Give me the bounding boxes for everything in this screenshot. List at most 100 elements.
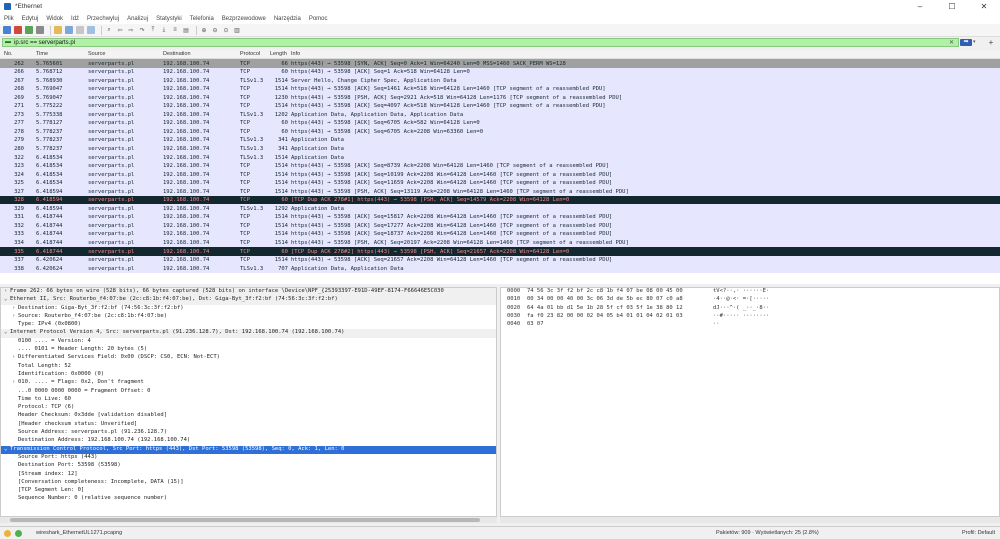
hex-dump-line[interactable]: 0030 fa f0 23 82 00 00 02 04 05 b4 01 01 … [501, 313, 999, 321]
column-header-length[interactable]: Length [270, 51, 288, 57]
details-scrollbar-thumb[interactable] [10, 518, 480, 522]
column-header-info[interactable]: Info [291, 51, 300, 57]
bookmark-icon[interactable]: ▬ [5, 39, 12, 46]
packet-row[interactable]: 331 6.418744 serverparts.pl 192.168.100.74 T… [0, 212, 1000, 222]
packet-row[interactable]: 325 6.418534 serverparts.pl 192.168.100.74 T… [0, 178, 1000, 188]
hex-dump-line[interactable]: 0040 03 07 ·· [501, 321, 999, 329]
packet-row[interactable]: 279 5.778237 serverparts.pl 192.168.100.74 T… [0, 135, 1000, 145]
details-horizontal-scrollbar[interactable] [0, 517, 497, 523]
hex-dump-line[interactable]: 0010 00 34 00 00 40 00 3c 06 3d de 5b ec … [501, 296, 999, 304]
packet-row[interactable]: 271 5.775222 serverparts.pl 192.168.100.74 T… [0, 101, 1000, 111]
detail-tree-item[interactable]: [Conversation completeness: Incomplete, … [1, 479, 496, 487]
detail-tree-item[interactable]: › 010. .... = Flags: 0x2, Don't fragment [1, 379, 496, 387]
maximize-button[interactable]: ☐ [936, 0, 968, 13]
autoscroll-icon[interactable]: ≡ [171, 26, 179, 34]
packet-row[interactable]: 278 5.778237 serverparts.pl 192.168.100.74 T… [0, 127, 1000, 136]
detail-tree-item[interactable]: ⌄ Ethernet II, Src: Routerbo_f4:07:be (2c… [1, 296, 496, 305]
detail-tree-item[interactable]: › Destination: Giga-Byt_3f:f2:bf (74:56:3… [1, 305, 496, 313]
detail-tree-item[interactable]: › Differentiated Services Field: 0x00 (DS… [1, 354, 496, 362]
detail-tree-item[interactable]: Protocol: TCP (6) [1, 404, 496, 412]
detail-tree-item[interactable]: .... 0101 = Header Length: 20 bytes (5) [1, 346, 496, 354]
filter-history-chevron-down-icon[interactable]: ▾ [973, 39, 979, 46]
menu-item[interactable]: Narzędzia [270, 16, 305, 22]
menu-item[interactable]: Edytuj [18, 16, 43, 22]
detail-tree-item[interactable]: Time to Live: 60 [1, 396, 496, 404]
expert-info-icon[interactable] [15, 529, 22, 537]
packet-list[interactable]: No. Time Source Destination Protocol Len… [0, 50, 1000, 284]
detail-tree-item[interactable]: [Header checksum status: Unverified] [1, 421, 496, 429]
packet-row[interactable]: 277 5.778127 serverparts.pl 192.168.100.74 T… [0, 118, 1000, 128]
find-packet-icon[interactable]: ⌕ [105, 26, 113, 34]
packet-row[interactable]: 338 6.420624 serverparts.pl 192.168.100.74 T… [0, 264, 1000, 273]
packet-row[interactable]: 266 5.768712 serverparts.pl 192.168.100.74 T… [0, 67, 1000, 77]
detail-tree-item[interactable]: 0100 .... = Version: 4 [1, 338, 496, 346]
zoom-in-icon[interactable]: ⊕ [200, 26, 208, 34]
detail-tree-item[interactable]: [Stream index: 12] [1, 471, 496, 479]
detail-tree-item[interactable]: Identification: 0x0000 (0) [1, 371, 496, 379]
reload-icon[interactable] [87, 26, 95, 34]
menu-item[interactable]: Plik [0, 16, 18, 22]
detail-tree-item[interactable]: › Frame 262: 66 bytes on wire (528 bits),… [1, 288, 496, 297]
ready-status-icon[interactable] [4, 529, 11, 537]
apply-filter-button[interactable]: ➡ [960, 39, 972, 46]
packet-row[interactable]: 273 5.775338 serverparts.pl 192.168.100.74 T… [0, 110, 1000, 119]
detail-tree-item[interactable]: Source Address: serverparts.pl (91.236.1… [1, 429, 496, 437]
column-header-time[interactable]: Time [36, 51, 48, 57]
menu-item[interactable]: Widok [42, 16, 67, 22]
column-header-destination[interactable]: Destination [163, 51, 191, 57]
go-back-icon[interactable]: ⇦ [116, 26, 124, 34]
detail-tree-item[interactable]: Destination Address: 192.168.100.74 (192… [1, 437, 496, 445]
open-file-icon[interactable] [54, 26, 62, 34]
detail-tree-item[interactable]: [TCP Segment Len: 0] [1, 487, 496, 495]
restart-capture-icon[interactable] [25, 26, 33, 34]
zoom-reset-icon[interactable]: ⊙ [222, 26, 230, 34]
packet-row[interactable]: 334 6.418744 serverparts.pl 192.168.100.74 T… [0, 238, 1000, 248]
packet-row[interactable]: 335 6.418744 serverparts.pl 192.168.100.74 T… [0, 247, 1000, 256]
packet-row[interactable]: 324 6.418534 serverparts.pl 192.168.100.74 T… [0, 170, 1000, 179]
packet-row[interactable]: 262 5.765601 serverparts.pl 192.168.100.74 T… [0, 59, 1000, 68]
bytes-horizontal-scrollbar[interactable] [500, 517, 1000, 523]
detail-tree-item[interactable]: Sequence Number: 0 (relative sequence nu… [1, 495, 496, 503]
detail-tree-item[interactable]: Destination Port: 53598 (53598) [1, 462, 496, 470]
colorize-icon[interactable]: ▤ [182, 26, 190, 34]
stop-capture-icon[interactable] [14, 26, 22, 34]
menu-item[interactable]: Analizuj [123, 16, 152, 22]
packet-row[interactable]: 328 6.418594 serverparts.pl 192.168.100.74 T… [0, 195, 1000, 205]
detail-tree-item[interactable]: ...0 0000 0000 0000 = Fragment Offset: 0 [1, 388, 496, 396]
packet-bytes-pane[interactable]: 0000 74 56 3c 3f f2 bf 2c c8 1b f4 07 be … [500, 287, 1000, 517]
clear-filter-icon[interactable]: ✕ [949, 39, 957, 46]
menu-item[interactable]: Idź [67, 16, 83, 22]
packet-row[interactable]: 332 6.418744 serverparts.pl 192.168.100.74 T… [0, 221, 1000, 230]
hex-dump-line[interactable]: 0020 64 4a 01 bb d1 5e 1b 28 5f cf 03 5f … [501, 305, 999, 313]
menu-item[interactable]: Przechwyluj [83, 16, 123, 22]
go-forward-icon[interactable]: ⇨ [127, 26, 135, 34]
menu-item[interactable]: Bezprzewodowe [218, 16, 270, 22]
packet-row[interactable]: 267 5.768930 serverparts.pl 192.168.100.74 T… [0, 76, 1000, 85]
save-file-icon[interactable] [65, 26, 73, 34]
column-header-no[interactable]: No. [4, 51, 24, 57]
hex-dump-line[interactable]: 0000 74 56 3c 3f f2 bf 2c c8 1b f4 07 be … [501, 288, 999, 296]
packet-row[interactable]: 337 6.420624 serverparts.pl 192.168.100.74 T… [0, 255, 1000, 265]
menu-item[interactable]: Pomoc [305, 16, 332, 22]
minimize-button[interactable]: – [904, 0, 936, 13]
packet-row[interactable]: 268 5.769047 serverparts.pl 192.168.100.74 T… [0, 84, 1000, 94]
packet-row[interactable]: 323 6.418534 serverparts.pl 192.168.100.74 T… [0, 161, 1000, 171]
add-filter-button[interactable]: + [986, 38, 996, 47]
packet-row[interactable]: 329 6.418594 serverparts.pl 192.168.100.74 T… [0, 204, 1000, 213]
detail-tree-item[interactable]: ⌄ Transmission Control Protocol, Src Port… [1, 445, 496, 454]
last-packet-icon[interactable]: ⤓ [160, 26, 168, 34]
detail-tree-item[interactable]: Total Length: 52 [1, 363, 496, 371]
detail-tree-item[interactable]: Type: IPv4 (0x0800) [1, 321, 496, 329]
go-to-packet-icon[interactable]: ↷ [138, 26, 146, 34]
resize-columns-icon[interactable]: ▥ [233, 26, 241, 34]
capture-options-gear-icon[interactable] [36, 26, 44, 34]
packet-row[interactable]: 269 5.769047 serverparts.pl 192.168.100.74 T… [0, 93, 1000, 102]
close-file-icon[interactable] [76, 26, 84, 34]
packet-details-pane[interactable]: › Frame 262: 66 bytes on wire (528 bits),… [0, 287, 497, 517]
detail-tree-item[interactable]: › Source: Routerbo_f4:07:be (2c:c8:1b:f4:… [1, 313, 496, 321]
close-button[interactable]: ✕ [968, 0, 1000, 13]
packet-row[interactable]: 333 6.418744 serverparts.pl 192.168.100.74 T… [0, 229, 1000, 239]
column-header-protocol[interactable]: Protocol [240, 51, 260, 57]
packet-row[interactable]: 327 6.418594 serverparts.pl 192.168.100.74 T… [0, 187, 1000, 196]
detail-tree-item[interactable]: Header Checksum: 0x3dde [validation disa… [1, 412, 496, 420]
